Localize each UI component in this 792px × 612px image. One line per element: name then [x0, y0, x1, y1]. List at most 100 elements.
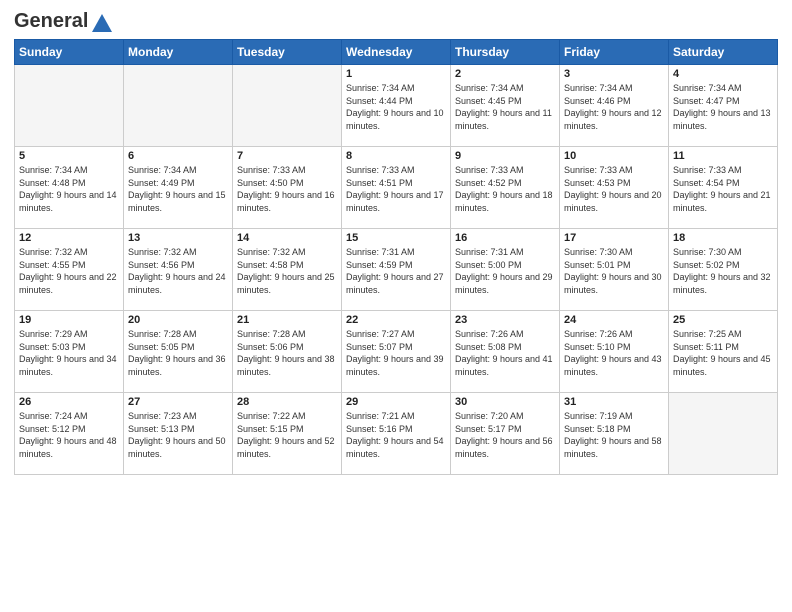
calendar-cell: 7 Sunrise: 7:33 AMSunset: 4:50 PMDaylight… [233, 147, 342, 229]
calendar-cell: 1 Sunrise: 7:34 AMSunset: 4:44 PMDaylight… [342, 65, 451, 147]
calendar-cell: 4Sunrise: 7:34 AMSunset: 4:47 PMDaylight… [669, 65, 778, 147]
header: General [14, 10, 778, 31]
day-number: 8 [346, 150, 446, 162]
day-info: Sunrise: 7:30 AMSunset: 5:02 PMDaylight:… [673, 246, 773, 296]
day-number: 9 [455, 150, 555, 162]
calendar-week-row: 19 Sunrise: 7:29 AMSunset: 5:03 PMDayligh… [15, 311, 778, 393]
calendar-cell: 13Sunrise: 7:32 AMSunset: 4:56 PMDayligh… [124, 229, 233, 311]
calendar-table: SundayMondayTuesdayWednesdayThursdayFrid… [14, 39, 778, 475]
calendar-cell: 18 Sunrise: 7:30 AMSunset: 5:02 PMDayligh… [669, 229, 778, 311]
day-info: Sunrise: 7:34 AMSunset: 4:49 PMDaylight:… [128, 164, 228, 214]
day-info: Sunrise: 7:34 AMSunset: 4:45 PMDaylight:… [455, 82, 555, 132]
day-number: 27 [128, 396, 228, 408]
calendar-week-row: 1 Sunrise: 7:34 AMSunset: 4:44 PMDaylight… [15, 65, 778, 147]
logo-wrapper: General [14, 10, 112, 33]
day-info: Sunrise: 7:32 AMSunset: 4:58 PMDaylight:… [237, 246, 337, 296]
day-info: Sunrise: 7:32 AMSunset: 4:55 PMDaylight:… [19, 246, 119, 296]
day-info: Sunrise: 7:26 AMSunset: 5:10 PMDaylight:… [564, 328, 664, 378]
calendar-cell [15, 65, 124, 147]
calendar-cell: 9 Sunrise: 7:33 AMSunset: 4:52 PMDaylight… [451, 147, 560, 229]
day-number: 5 [19, 150, 119, 162]
calendar-cell: 27 Sunrise: 7:23 AMSunset: 5:13 PMDayligh… [124, 393, 233, 475]
day-info: Sunrise: 7:28 AMSunset: 5:06 PMDaylight:… [237, 328, 337, 378]
page: General SundayMondayTuesdayWednesdayThur… [0, 0, 792, 612]
calendar-cell: 11Sunrise: 7:33 AMSunset: 4:54 PMDayligh… [669, 147, 778, 229]
calendar-cell [233, 65, 342, 147]
calendar-cell: 26 Sunrise: 7:24 AMSunset: 5:12 PMDayligh… [15, 393, 124, 475]
calendar-cell: 3 Sunrise: 7:34 AMSunset: 4:46 PMDaylight… [560, 65, 669, 147]
calendar-cell: 28 Sunrise: 7:22 AMSunset: 5:15 PMDayligh… [233, 393, 342, 475]
day-info: Sunrise: 7:34 AMSunset: 4:46 PMDaylight:… [564, 82, 664, 132]
day-info: Sunrise: 7:19 AMSunset: 5:18 PMDaylight:… [564, 410, 664, 460]
calendar-cell: 10 Sunrise: 7:33 AMSunset: 4:53 PMDayligh… [560, 147, 669, 229]
calendar-cell: 23Sunrise: 7:26 AMSunset: 5:08 PMDayligh… [451, 311, 560, 393]
calendar-cell: 20 Sunrise: 7:28 AMSunset: 5:05 PMDayligh… [124, 311, 233, 393]
day-number: 22 [346, 314, 446, 326]
day-info: Sunrise: 7:28 AMSunset: 5:05 PMDaylight:… [128, 328, 228, 378]
calendar-cell: 24 Sunrise: 7:26 AMSunset: 5:10 PMDayligh… [560, 311, 669, 393]
day-number: 16 [455, 232, 555, 244]
day-info: Sunrise: 7:29 AMSunset: 5:03 PMDaylight:… [19, 328, 119, 378]
calendar-week-row: 26 Sunrise: 7:24 AMSunset: 5:12 PMDayligh… [15, 393, 778, 475]
day-number: 28 [237, 396, 337, 408]
calendar-week-row: 12Sunrise: 7:32 AMSunset: 4:55 PMDayligh… [15, 229, 778, 311]
day-number: 31 [564, 396, 664, 408]
day-number: 1 [346, 68, 446, 80]
day-number: 20 [128, 314, 228, 326]
calendar-cell [669, 393, 778, 475]
calendar-week-row: 5 Sunrise: 7:34 AMSunset: 4:48 PMDaylight… [15, 147, 778, 229]
calendar-cell: 12Sunrise: 7:32 AMSunset: 4:55 PMDayligh… [15, 229, 124, 311]
calendar-header-tuesday: Tuesday [233, 40, 342, 65]
logo: General [14, 10, 112, 31]
calendar-cell: 21Sunrise: 7:28 AMSunset: 5:06 PMDayligh… [233, 311, 342, 393]
logo-triangle-icon [92, 14, 112, 32]
day-info: Sunrise: 7:30 AMSunset: 5:01 PMDaylight:… [564, 246, 664, 296]
calendar-cell: 29 Sunrise: 7:21 AMSunset: 5:16 PMDayligh… [342, 393, 451, 475]
day-info: Sunrise: 7:27 AMSunset: 5:07 PMDaylight:… [346, 328, 446, 378]
calendar-header-friday: Friday [560, 40, 669, 65]
calendar-header-thursday: Thursday [451, 40, 560, 65]
day-info: Sunrise: 7:25 AMSunset: 5:11 PMDaylight:… [673, 328, 773, 378]
calendar-cell: 19 Sunrise: 7:29 AMSunset: 5:03 PMDayligh… [15, 311, 124, 393]
day-number: 13 [128, 232, 228, 244]
day-info: Sunrise: 7:23 AMSunset: 5:13 PMDaylight:… [128, 410, 228, 460]
calendar-header-sunday: Sunday [15, 40, 124, 65]
calendar-cell: 17 Sunrise: 7:30 AMSunset: 5:01 PMDayligh… [560, 229, 669, 311]
day-info: Sunrise: 7:22 AMSunset: 5:15 PMDaylight:… [237, 410, 337, 460]
day-number: 2 [455, 68, 555, 80]
day-number: 24 [564, 314, 664, 326]
calendar-header-row: SundayMondayTuesdayWednesdayThursdayFrid… [15, 40, 778, 65]
day-number: 25 [673, 314, 773, 326]
day-info: Sunrise: 7:20 AMSunset: 5:17 PMDaylight:… [455, 410, 555, 460]
day-number: 29 [346, 396, 446, 408]
day-number: 6 [128, 150, 228, 162]
day-number: 15 [346, 232, 446, 244]
calendar-cell: 5 Sunrise: 7:34 AMSunset: 4:48 PMDaylight… [15, 147, 124, 229]
day-number: 17 [564, 232, 664, 244]
day-number: 23 [455, 314, 555, 326]
day-info: Sunrise: 7:33 AMSunset: 4:52 PMDaylight:… [455, 164, 555, 214]
day-info: Sunrise: 7:33 AMSunset: 4:51 PMDaylight:… [346, 164, 446, 214]
day-number: 10 [564, 150, 664, 162]
logo-general: General [14, 10, 88, 33]
calendar-cell: 31 Sunrise: 7:19 AMSunset: 5:18 PMDayligh… [560, 393, 669, 475]
calendar-cell: 16Sunrise: 7:31 AMSunset: 5:00 PMDayligh… [451, 229, 560, 311]
day-number: 19 [19, 314, 119, 326]
day-info: Sunrise: 7:33 AMSunset: 4:53 PMDaylight:… [564, 164, 664, 214]
day-info: Sunrise: 7:24 AMSunset: 5:12 PMDaylight:… [19, 410, 119, 460]
day-number: 14 [237, 232, 337, 244]
day-info: Sunrise: 7:33 AMSunset: 4:50 PMDaylight:… [237, 164, 337, 214]
day-number: 18 [673, 232, 773, 244]
calendar-cell: 8 Sunrise: 7:33 AMSunset: 4:51 PMDaylight… [342, 147, 451, 229]
day-info: Sunrise: 7:34 AMSunset: 4:44 PMDaylight:… [346, 82, 446, 132]
day-number: 26 [19, 396, 119, 408]
day-number: 3 [564, 68, 664, 80]
day-number: 7 [237, 150, 337, 162]
day-info: Sunrise: 7:21 AMSunset: 5:16 PMDaylight:… [346, 410, 446, 460]
calendar-cell: 15Sunrise: 7:31 AMSunset: 4:59 PMDayligh… [342, 229, 451, 311]
day-info: Sunrise: 7:34 AMSunset: 4:48 PMDaylight:… [19, 164, 119, 214]
day-number: 30 [455, 396, 555, 408]
calendar-header-monday: Monday [124, 40, 233, 65]
calendar-cell: 30 Sunrise: 7:20 AMSunset: 5:17 PMDayligh… [451, 393, 560, 475]
calendar-cell: 25 Sunrise: 7:25 AMSunset: 5:11 PMDayligh… [669, 311, 778, 393]
